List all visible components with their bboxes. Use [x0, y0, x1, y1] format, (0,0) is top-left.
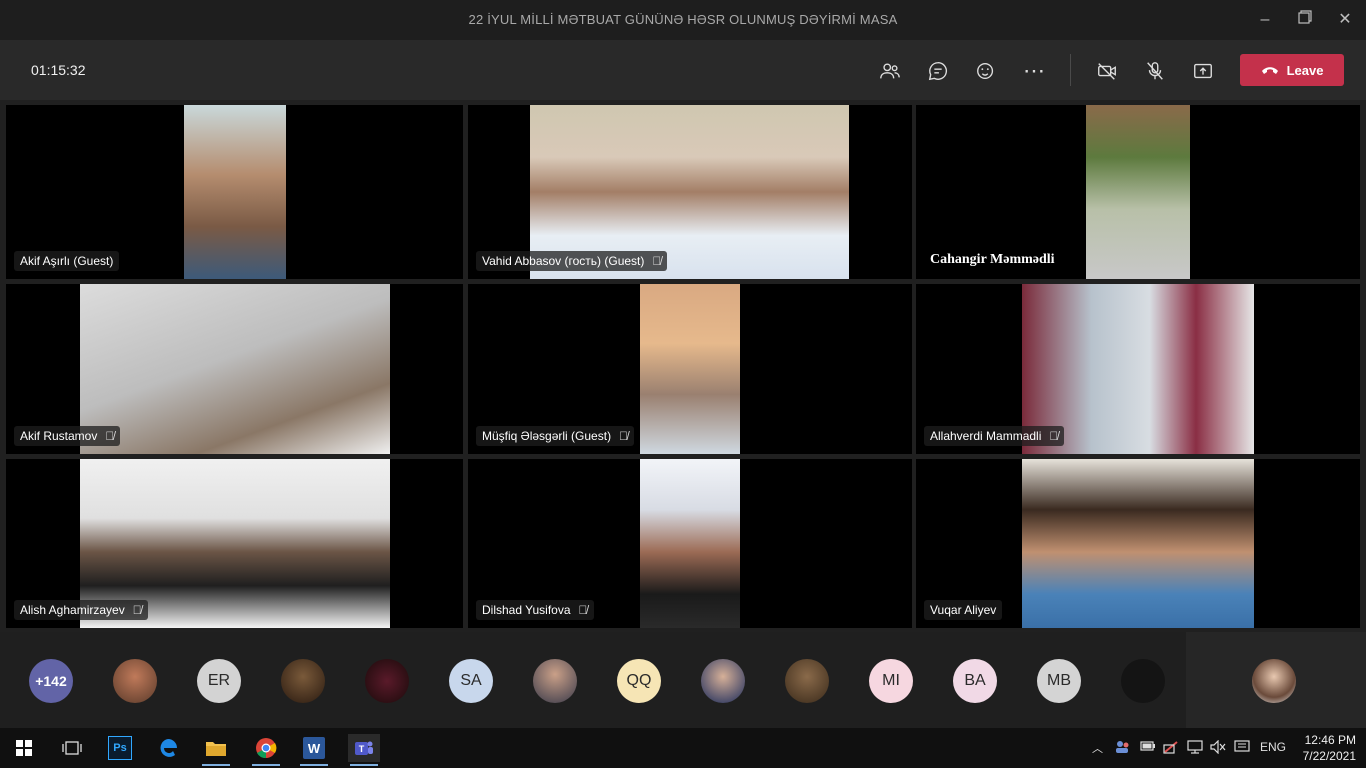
chrome-icon[interactable]	[250, 734, 282, 766]
toolbar-divider	[1070, 54, 1071, 86]
participant-name: Vuqar Aliyev	[924, 600, 1003, 620]
participant-tile[interactable]: Vahid Abbasov (гость) (Guest) 🎙̸	[468, 105, 912, 279]
photoshop-label: Ps	[108, 736, 132, 760]
title-bar: 22 İYUL MİLLİ MƏTBUAT GÜNÜNƏ HƏSR OLUNMU…	[0, 0, 1366, 40]
avatar[interactable]: ER	[197, 659, 241, 703]
leave-button[interactable]: Leave	[1240, 54, 1344, 86]
participant-name: Müşfiq Ələsgərli (Guest) 🎙̸	[476, 426, 635, 446]
avatar[interactable]: QQ	[617, 659, 661, 703]
meeting-toolbar: 01:15:32 ⋯ Leave	[0, 40, 1366, 100]
mic-off-icon: 🎙̸	[652, 254, 662, 268]
photoshop-icon[interactable]: Ps	[104, 734, 136, 762]
participant-video	[640, 284, 740, 454]
participant-video	[80, 284, 390, 454]
participant-tile[interactable]: Cahangir Məmmədli	[916, 105, 1360, 279]
participant-name: Dilshad Yusifova 🎙̸	[476, 600, 594, 620]
active-indicator	[300, 764, 328, 766]
avatar[interactable]	[365, 659, 409, 703]
people-icon[interactable]	[1114, 740, 1132, 757]
participant-video	[640, 459, 740, 628]
participant-video	[184, 105, 286, 279]
participant-tile[interactable]: Vuqar Aliyev	[916, 459, 1360, 628]
phone-hangup-icon	[1261, 63, 1279, 78]
participant-video	[1022, 459, 1254, 628]
avatar[interactable]	[785, 659, 829, 703]
video-grid: Akif Aşırlı (Guest) Vahid Abbasov (гость…	[6, 105, 1360, 628]
overflow-count-badge[interactable]: +142	[29, 659, 73, 703]
avatar[interactable]: SA	[449, 659, 493, 703]
participant-video	[1086, 105, 1190, 279]
language-indicator[interactable]: ENG	[1260, 740, 1286, 754]
avatar[interactable]: BA	[953, 659, 997, 703]
volume-muted-icon[interactable]	[1210, 739, 1226, 757]
avatar[interactable]: MB	[1037, 659, 1081, 703]
self-avatar[interactable]	[1252, 659, 1296, 703]
participant-tile[interactable]: Akif Rustamov 🎙̸	[6, 284, 463, 454]
participant-tile[interactable]: Dilshad Yusifova 🎙̸	[468, 459, 912, 628]
mic-off-icon: 🎙̸	[1049, 429, 1059, 443]
active-indicator	[252, 764, 280, 766]
participant-name: Cahangir Məmmədli	[930, 252, 1055, 267]
self-view-area	[1186, 632, 1366, 728]
file-explorer-icon[interactable]	[200, 734, 232, 766]
mic-off-icon: 🎙̸	[132, 603, 142, 617]
participant-tile[interactable]: Allahverdi Mammadli 🎙̸	[916, 284, 1360, 454]
mic-off-icon: 🎙̸	[105, 429, 115, 443]
avatar[interactable]: MI	[869, 659, 913, 703]
avatar[interactable]	[533, 659, 577, 703]
svg-text:T: T	[359, 744, 365, 754]
participant-tile[interactable]: Müşfiq Ələsgərli (Guest) 🎙̸	[468, 284, 912, 454]
teams-icon[interactable]: T	[348, 734, 380, 766]
taskbar: Ps W T ︿ ENG 12:46 PM 7/22/2021	[0, 728, 1366, 768]
mic-off-icon[interactable]	[1140, 56, 1170, 86]
active-indicator	[350, 764, 378, 766]
participant-name: Alish Aghamirzayev 🎙̸	[14, 600, 148, 620]
windows-icon[interactable]	[8, 734, 40, 762]
more-icon[interactable]: ⋯	[1019, 56, 1049, 86]
security-alert-icon[interactable]	[1163, 740, 1179, 757]
avatar[interactable]	[281, 659, 325, 703]
reactions-icon[interactable]	[971, 56, 1001, 86]
window-title: 22 İYUL MİLLİ MƏTBUAT GÜNÜNƏ HƏSR OLUNMU…	[468, 12, 898, 27]
avatar[interactable]	[701, 659, 745, 703]
participant-tile[interactable]: Alish Aghamirzayev 🎙̸	[6, 459, 463, 628]
chevron-up-icon[interactable]: ︿	[1092, 740, 1103, 756]
clock-time: 12:46 PM	[1304, 733, 1356, 747]
avatar[interactable]	[1121, 659, 1165, 703]
mic-off-icon: 🎙̸	[619, 429, 629, 443]
clock-date: 7/22/2021	[1302, 749, 1356, 763]
network-icon[interactable]	[1186, 740, 1204, 757]
avatar[interactable]	[113, 659, 157, 703]
system-clock[interactable]: 12:46 PM 7/22/2021	[1298, 732, 1356, 764]
participant-name: Allahverdi Mammadli 🎙̸	[924, 426, 1065, 446]
task-view-icon[interactable]	[56, 734, 88, 762]
action-center-icon[interactable]	[1234, 740, 1250, 757]
active-indicator	[202, 764, 230, 766]
restore-icon[interactable]	[1293, 8, 1317, 32]
mic-off-icon: 🎙̸	[578, 603, 588, 617]
word-label: W	[303, 737, 325, 759]
close-icon[interactable]: ✕	[1333, 8, 1357, 32]
word-icon[interactable]: W	[298, 734, 330, 766]
battery-icon[interactable]	[1140, 740, 1156, 755]
chat-icon[interactable]	[923, 56, 953, 86]
meeting-timer: 01:15:32	[31, 62, 86, 78]
participant-name: Akif Rustamov 🎙̸	[14, 426, 121, 446]
edge-icon[interactable]	[152, 734, 184, 762]
participants-icon[interactable]	[875, 56, 905, 86]
leave-label: Leave	[1286, 62, 1324, 78]
participant-name: Akif Aşırlı (Guest)	[14, 251, 120, 271]
participant-name: Vahid Abbasov (гость) (Guest) 🎙̸	[476, 251, 668, 271]
minimize-icon[interactable]: –	[1253, 8, 1277, 32]
camera-off-icon[interactable]	[1092, 56, 1122, 86]
participant-tray: +142 ER SA QQ MI BA MB	[0, 632, 1366, 728]
participant-tile[interactable]: Akif Aşırlı (Guest)	[6, 105, 463, 279]
share-icon[interactable]	[1188, 56, 1218, 86]
